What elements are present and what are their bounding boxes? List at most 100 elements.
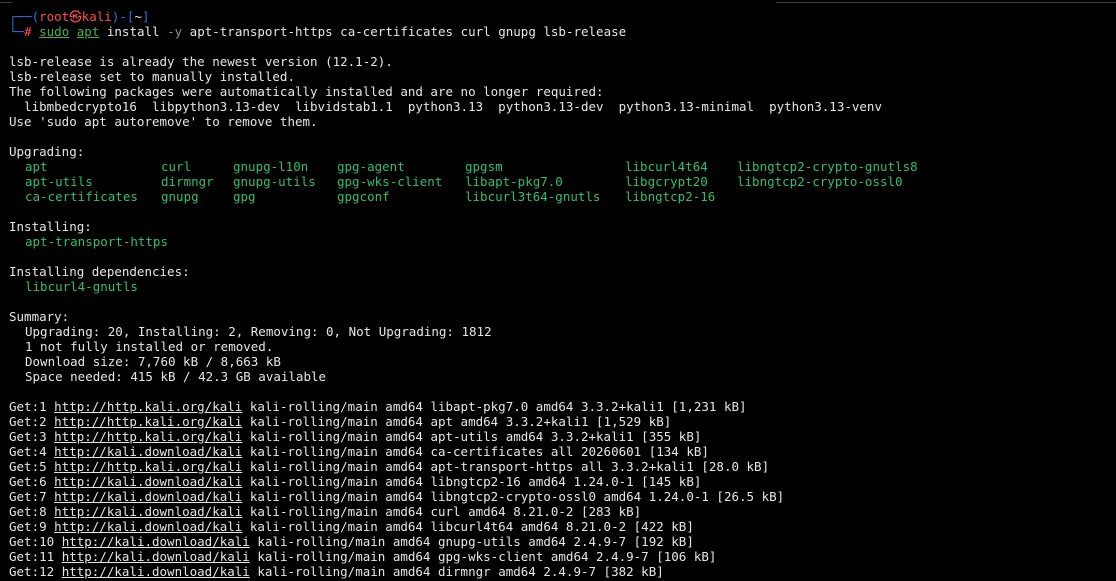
prompt-user: root (39, 9, 70, 24)
mirror-link[interactable]: http://kali.download/kali (54, 474, 242, 489)
get-prefix: Get:10 (9, 534, 62, 549)
get-details: kali-rolling/main amd64 curl amd64 8.21.… (242, 504, 642, 519)
package-name: libcurl3t64-gnutls (465, 189, 601, 204)
package-name: gpgconf (337, 189, 390, 204)
prompt-bracket-open: ┌──( (9, 9, 40, 24)
get-prefix: Get:9 (9, 519, 55, 534)
upgrading-row-3: ca-certificates gnupg gpg gpgconf libcur… (9, 189, 1116, 204)
package-name: gpgsm (465, 159, 503, 174)
prompt-hash: # (24, 24, 40, 39)
get-details: kali-rolling/main amd64 libngtcp2-16 amd… (242, 474, 702, 489)
package-name: gnupg (161, 189, 199, 204)
prompt-bracket-close: ] (141, 9, 150, 24)
get-line: Get:9 http://kali.download/kali kali-rol… (9, 519, 1116, 534)
package-name: gpg (233, 189, 256, 204)
mirror-link[interactable]: http://kali.download/kali (54, 489, 242, 504)
prompt-bracket-mid: )-[ (111, 9, 135, 24)
terminal-output[interactable]: ┌──(root㉿kali)-[~] └─# sudo apt install … (0, 4, 1116, 581)
mirror-link[interactable]: http://http.kali.org/kali (54, 429, 242, 444)
mirror-link[interactable]: http://kali.download/kali (54, 519, 242, 534)
command-install: install (99, 24, 168, 39)
get-prefix: Get:2 (9, 414, 55, 429)
package-name: libapt-pkg7.0 (465, 174, 563, 189)
get-prefix: Get:7 (9, 489, 55, 504)
summary-line: Download size: 7,760 kB / 8,663 kB (25, 354, 281, 369)
mirror-link[interactable]: http://kali.download/kali (54, 444, 242, 459)
command-apt: apt (76, 24, 100, 39)
command-flag: -y (167, 24, 183, 39)
prompt-corner: └─ (9, 24, 25, 39)
get-line: Get:11 http://kali.download/kali kali-ro… (9, 549, 1116, 564)
dependencies-label: Installing dependencies: (9, 264, 190, 279)
prompt-directory: ~ (134, 9, 142, 24)
summary-line: 1 not fully installed or removed. (25, 339, 274, 354)
command-args: apt-transport-https ca-certificates curl… (182, 24, 627, 39)
mirror-link[interactable]: http://kali.download/kali (62, 564, 250, 579)
upgrading-row-2: apt-utils dirmngr gnupg-utils gpg-wks-cl… (9, 174, 1116, 189)
get-line: Get:4 http://kali.download/kali kali-rol… (9, 444, 1116, 459)
package-name: gnupg-utils (233, 174, 316, 189)
get-line: Get:2 http://http.kali.org/kali kali-rol… (9, 414, 1116, 429)
mirror-link[interactable]: http://kali.download/kali (62, 534, 250, 549)
mirror-link[interactable]: http://kali.download/kali (54, 504, 242, 519)
prompt-at-symbol: ㉿ (69, 9, 82, 24)
mirror-link[interactable]: http://http.kali.org/kali (54, 399, 242, 414)
package-name: gnupg-l10n (233, 159, 309, 174)
summary-line: Upgrading: 20, Installing: 2, Removing: … (25, 324, 492, 339)
get-line: Get:6 http://kali.download/kali kali-rol… (9, 474, 1116, 489)
output-line: Use 'sudo apt autoremove' to remove them… (9, 114, 318, 129)
get-prefix: Get:3 (9, 429, 55, 444)
get-details: kali-rolling/main amd64 apt-transport-ht… (242, 459, 770, 474)
package-name: curl (161, 159, 192, 174)
autoremove-packages-line: libmbedcrypto16 libpython3.13-dev libvid… (9, 99, 882, 114)
get-prefix: Get:4 (9, 444, 55, 459)
output-line: The following packages were automaticall… (9, 84, 604, 99)
get-line: Get:5 http://http.kali.org/kali kali-rol… (9, 459, 1116, 474)
get-details: kali-rolling/main amd64 apt amd64 3.3.2+… (242, 414, 672, 429)
package-name: libngtcp2-crypto-ossl0 (737, 174, 903, 189)
mirror-link[interactable]: http://kali.download/kali (62, 549, 250, 564)
package-name (737, 189, 1116, 204)
get-line: Get:1 http://http.kali.org/kali kali-rol… (9, 399, 1116, 414)
installing-package: apt-transport-https (25, 234, 168, 249)
package-name: apt (25, 159, 48, 174)
upgrading-label: Upgrading: (9, 144, 85, 159)
mirror-link[interactable]: http://http.kali.org/kali (54, 414, 242, 429)
upgrading-row-1: apt curl gnupg-l10n gpg-agent gpgsm libc… (9, 159, 1116, 174)
get-prefix: Get:6 (9, 474, 55, 489)
package-name: ca-certificates (25, 189, 138, 204)
package-name: dirmngr (161, 174, 214, 189)
get-details: kali-rolling/main amd64 libngtcp2-crypto… (242, 489, 785, 504)
output-line: lsb-release is already the newest versio… (9, 54, 393, 69)
summary-line: Space needed: 415 kB / 42.3 GB available (25, 369, 327, 384)
output-line: lsb-release set to manually installed. (9, 69, 295, 84)
get-line: Get:12 http://kali.download/kali kali-ro… (9, 564, 1116, 579)
prompt-host: kali (81, 9, 112, 24)
get-details: kali-rolling/main amd64 dirmngr amd64 2.… (249, 564, 664, 579)
get-details: kali-rolling/main amd64 libapt-pkg7.0 am… (242, 399, 747, 414)
installing-label: Installing: (9, 219, 92, 234)
prompt-line-1: ┌──(root㉿kali)-[~] (9, 9, 1116, 24)
get-prefix: Get:8 (9, 504, 55, 519)
get-prefix: Get:1 (9, 399, 55, 414)
get-details: kali-rolling/main amd64 libcurl4t64 amd6… (242, 519, 694, 534)
get-details: kali-rolling/main amd64 ca-certificates … (242, 444, 709, 459)
get-prefix: Get:12 (9, 564, 62, 579)
package-name: libcurl4t64 (625, 159, 708, 174)
mirror-link[interactable]: http://http.kali.org/kali (54, 459, 242, 474)
prompt-line-2: └─# sudo apt install -y apt-transport-ht… (9, 24, 1116, 39)
package-name: libgcrypt20 (625, 174, 708, 189)
summary-label: Summary: (9, 309, 70, 324)
get-details: kali-rolling/main amd64 gnupg-utils amd6… (249, 534, 694, 549)
top-edge-line-right (776, 2, 1116, 3)
package-name: libngtcp2-16 (625, 189, 716, 204)
get-line: Get:10 http://kali.download/kali kali-ro… (9, 534, 1116, 549)
package-name: libngtcp2-crypto-gnutls8 (737, 159, 918, 174)
get-details: kali-rolling/main amd64 apt-utils amd64 … (242, 429, 702, 444)
package-name: apt-utils (25, 174, 93, 189)
